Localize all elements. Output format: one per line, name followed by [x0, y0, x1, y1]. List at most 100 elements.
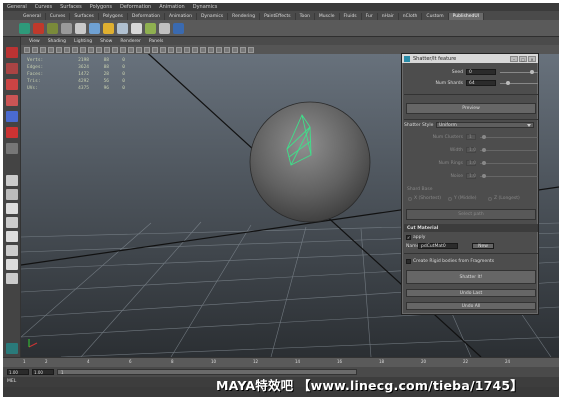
toolbar-icon[interactable] — [120, 46, 126, 53]
toolbar-icon[interactable] — [48, 46, 54, 53]
noise-field[interactable]: 1.0 — [466, 173, 476, 179]
tool-icon[interactable] — [103, 22, 114, 34]
shelf-tab-active[interactable]: PublishedUI — [448, 13, 484, 20]
toolbar-icon[interactable] — [32, 46, 38, 53]
crack-icon[interactable] — [33, 22, 44, 34]
num-clusters-field[interactable]: 1 — [466, 134, 476, 140]
playback-start-field[interactable]: 1.00 — [32, 369, 54, 375]
toolbar-icon[interactable] — [128, 46, 134, 53]
toolbar-icon[interactable] — [168, 46, 174, 53]
dialog-titlebar[interactable]: Shatter/It feature – □ × — [402, 54, 538, 63]
toolbar-icon[interactable] — [232, 46, 238, 53]
toolbar-icon[interactable] — [208, 46, 214, 53]
viewport-menu-item[interactable]: Panels — [145, 39, 167, 44]
toolbar-icon[interactable] — [104, 46, 110, 53]
tool-icon[interactable] — [145, 22, 156, 34]
toolbar-icon[interactable] — [72, 46, 78, 53]
toolbar-icon[interactable] — [144, 46, 150, 53]
layout-icon[interactable] — [6, 245, 18, 256]
tool-icon[interactable] — [159, 22, 170, 34]
shelf-tab[interactable]: Rendering — [228, 13, 261, 20]
shelf-tab[interactable]: nCloth — [399, 13, 423, 20]
start-time-field[interactable]: 1.00 — [7, 369, 29, 375]
shatter-it-button[interactable]: Shatter It! — [406, 270, 536, 284]
rotate-tool-icon[interactable] — [6, 111, 18, 122]
menu-item[interactable]: Deformation — [116, 4, 155, 10]
num-rings-slider[interactable] — [480, 160, 538, 165]
toolbar-icon[interactable] — [88, 46, 94, 53]
shelf-tab[interactable]: General — [19, 13, 46, 20]
seed-slider[interactable] — [500, 69, 538, 74]
num-rings-field[interactable]: 1.0 — [466, 160, 476, 166]
menu-item[interactable]: General — [3, 4, 31, 10]
viewport-menu-item[interactable]: Shading — [44, 39, 70, 44]
manipulator-icon[interactable] — [6, 143, 18, 154]
menu-item[interactable]: Polygons — [86, 4, 116, 10]
toolbar-icon[interactable] — [112, 46, 118, 53]
layout-four-icon[interactable] — [6, 189, 18, 200]
layout-icon[interactable] — [6, 203, 18, 214]
viewport-menu-item[interactable]: Show — [96, 39, 116, 44]
radio-z[interactable] — [488, 196, 492, 201]
shelf-tab[interactable]: Custom — [422, 13, 449, 20]
layout-icon[interactable] — [6, 273, 18, 284]
viewport-menu-item[interactable]: View — [25, 39, 44, 44]
toolbar-icon[interactable] — [80, 46, 86, 53]
toolbar-icon[interactable] — [176, 46, 182, 53]
layout-icon[interactable] — [6, 259, 18, 270]
width-slider[interactable] — [480, 147, 538, 152]
toolbar-icon[interactable] — [240, 46, 246, 53]
num-clusters-slider[interactable] — [480, 134, 538, 139]
toolbar-icon[interactable] — [192, 46, 198, 53]
toolbar-icon[interactable] — [224, 46, 230, 53]
toolbar-icon[interactable] — [200, 46, 206, 53]
shelf-tab[interactable]: Polygons — [99, 13, 128, 20]
layout-single-icon[interactable] — [6, 175, 18, 186]
shelf-tab[interactable]: Fur — [362, 13, 378, 20]
layout-icon[interactable] — [6, 217, 18, 228]
name-field[interactable]: pdCutMat0 — [418, 243, 458, 249]
undo-all-button[interactable]: Undo All — [406, 302, 536, 310]
undo-last-button[interactable]: Undo Last — [406, 289, 536, 297]
tool-icon[interactable] — [47, 22, 58, 34]
minimize-icon[interactable]: – — [510, 55, 518, 62]
tool-icon[interactable] — [173, 22, 184, 34]
shelf-tab[interactable]: Toon — [296, 13, 315, 20]
radio-y[interactable] — [448, 196, 452, 201]
noise-slider[interactable] — [480, 173, 538, 178]
toolbar-icon[interactable] — [160, 46, 166, 53]
menu-item[interactable]: Surfaces — [56, 4, 86, 10]
menu-item[interactable]: Animation — [155, 4, 189, 10]
tool-icon[interactable] — [61, 22, 72, 34]
viewport-menu-item[interactable]: Lighting — [70, 39, 96, 44]
shelf-tab[interactable]: Animation — [165, 13, 197, 20]
toolbar-icon[interactable] — [40, 46, 46, 53]
tool-icon[interactable] — [117, 22, 128, 34]
toolbar-icon[interactable] — [136, 46, 142, 53]
shatter-icon[interactable] — [19, 22, 30, 34]
shelf-tab[interactable]: Muscle — [315, 13, 340, 20]
toolbar-icon[interactable] — [152, 46, 158, 53]
time-slider[interactable]: 1 2 4 6 8 10 12 14 16 18 20 22 24 — [3, 357, 559, 367]
shelf-tab[interactable]: Fluids — [340, 13, 362, 20]
tool-icon[interactable] — [75, 22, 86, 34]
camera-icon[interactable] — [24, 46, 30, 53]
preview-button[interactable]: Preview — [406, 103, 536, 114]
close-icon[interactable]: × — [528, 55, 536, 62]
tool-icon[interactable] — [89, 22, 100, 34]
paint-select-icon[interactable] — [6, 79, 18, 90]
tool-icon[interactable] — [131, 22, 142, 34]
num-shards-field[interactable]: 64 — [466, 80, 496, 86]
toolbar-icon[interactable] — [248, 46, 254, 53]
toolbar-icon[interactable] — [56, 46, 62, 53]
lasso-tool-icon[interactable] — [6, 63, 18, 74]
maximize-icon[interactable]: □ — [519, 55, 527, 62]
shelf-tab[interactable]: Surfaces — [70, 13, 99, 20]
shelf-tab[interactable]: Dynamics — [197, 13, 229, 20]
viewport-menu-item[interactable]: Renderer — [116, 39, 145, 44]
apply-checkbox[interactable]: ✓ — [406, 235, 411, 240]
seed-field[interactable]: 0 — [466, 69, 496, 75]
select-tool-icon[interactable] — [6, 47, 18, 58]
toolbar-icon[interactable] — [64, 46, 70, 53]
shelf-tab[interactable]: PaintEffects — [260, 13, 296, 20]
